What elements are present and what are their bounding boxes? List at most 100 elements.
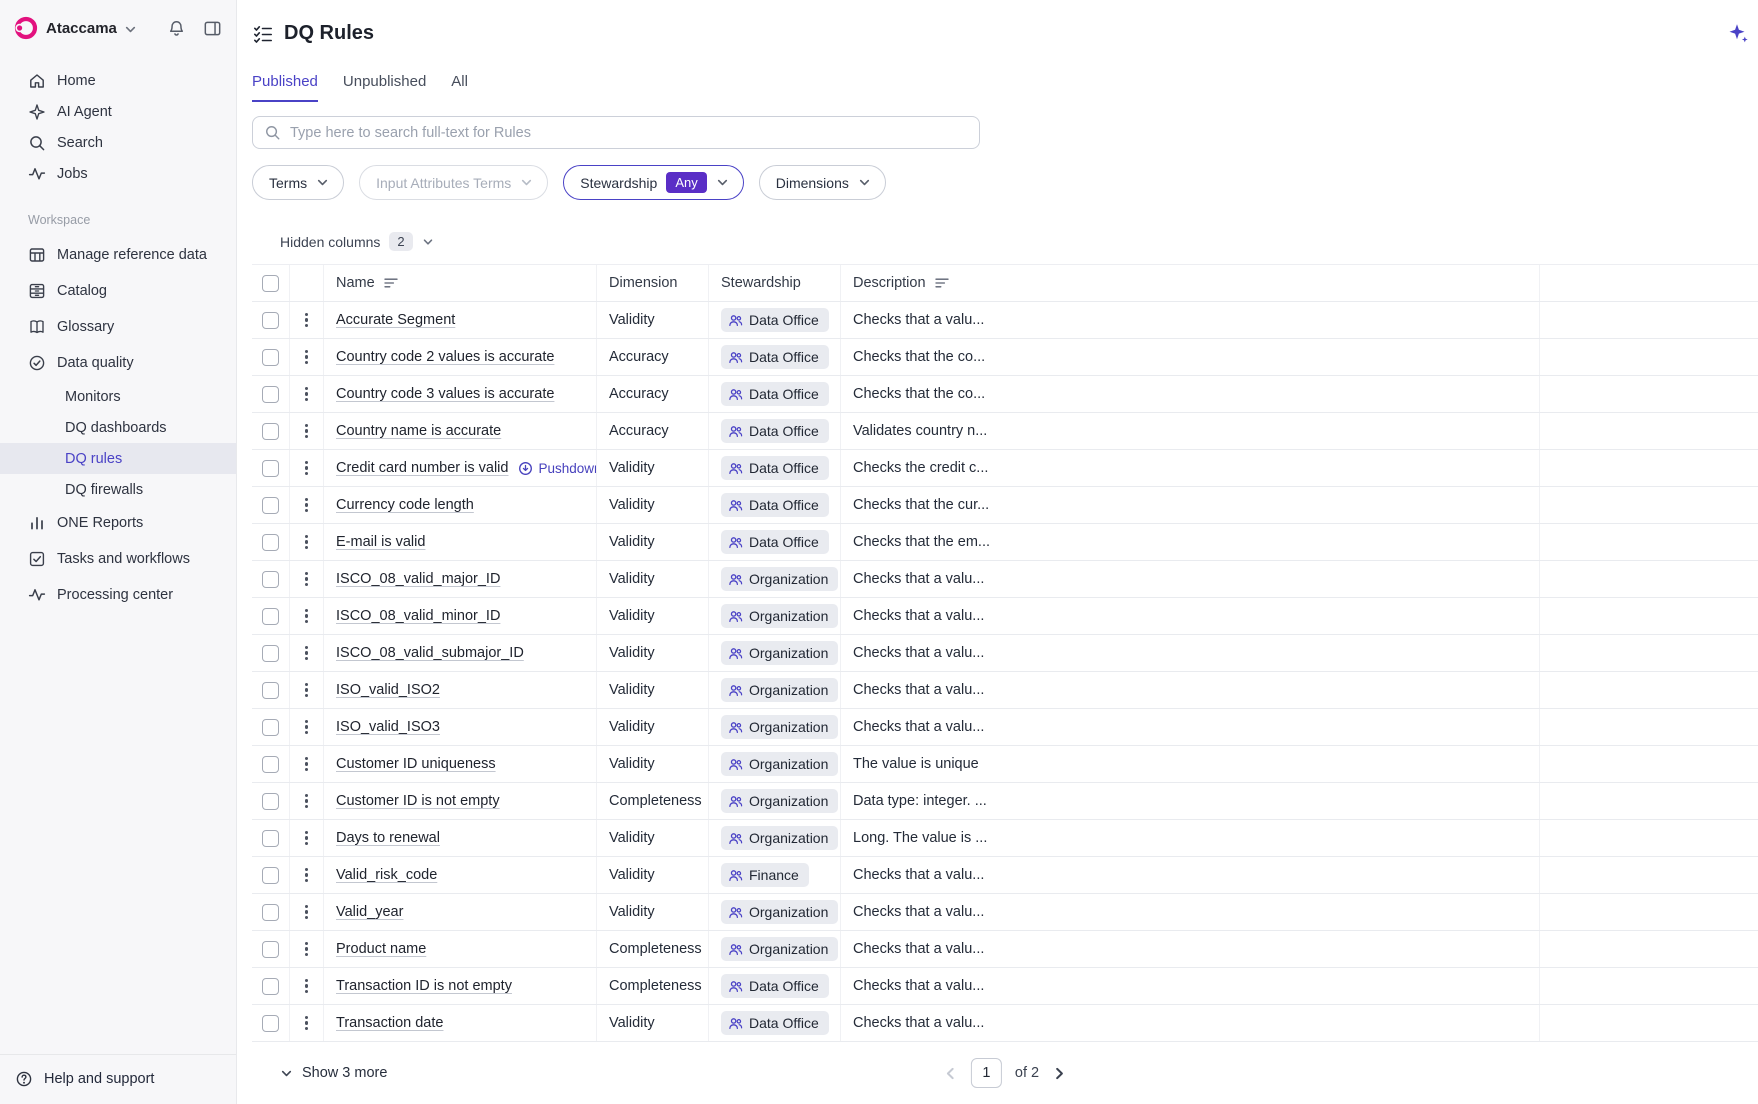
rule-name-link[interactable]: Credit card number is valid [336,460,508,476]
kebab-menu-icon[interactable] [299,753,314,776]
table-row[interactable]: ISCO_08_valid_major_IDValidityOrganizati… [252,561,1758,598]
row-checkbox[interactable] [262,682,279,699]
next-page-button[interactable] [1052,1066,1067,1081]
sidebar-item-dq-dashboards[interactable]: DQ dashboards [0,412,236,443]
chevron-down-icon[interactable] [124,23,137,36]
rule-name-link[interactable]: E-mail is valid [336,534,425,550]
help-and-support-button[interactable]: Help and support [0,1054,236,1104]
ai-star-icon[interactable] [1727,22,1749,44]
row-checkbox[interactable] [262,1015,279,1032]
page-input[interactable] [971,1058,1002,1088]
row-checkbox[interactable] [262,571,279,588]
kebab-menu-icon[interactable] [299,864,314,887]
select-all-checkbox[interactable] [262,275,279,292]
sidebar-item-dq-firewalls[interactable]: DQ firewalls [0,474,236,505]
tab-unpublished[interactable]: Unpublished [343,73,426,102]
kebab-menu-icon[interactable] [299,679,314,702]
row-checkbox[interactable] [262,608,279,625]
table-row[interactable]: Days to renewalValidityOrganizationLong.… [252,820,1758,857]
kebab-menu-icon[interactable] [299,790,314,813]
kebab-menu-icon[interactable] [299,938,314,961]
row-checkbox[interactable] [262,941,279,958]
kebab-menu-icon[interactable] [299,901,314,924]
rule-name-link[interactable]: ISCO_08_valid_minor_ID [336,608,500,624]
sidebar-item-dq-rules[interactable]: DQ rules [0,443,236,474]
filter-input-attributes-terms[interactable]: Input Attributes Terms [359,165,548,200]
table-row[interactable]: Customer ID uniquenessValidityOrganizati… [252,746,1758,783]
sidebar-item-jobs[interactable]: Jobs [0,158,236,189]
kebab-menu-icon[interactable] [299,309,314,332]
sidebar-item-processing-center[interactable]: Processing center [0,577,236,613]
kebab-menu-icon[interactable] [299,642,314,665]
sidebar-item-search[interactable]: Search [0,127,236,158]
kebab-menu-icon[interactable] [299,420,314,443]
row-checkbox[interactable] [262,719,279,736]
kebab-menu-icon[interactable] [299,457,314,480]
collapse-panel-icon[interactable] [203,19,222,38]
rule-name-link[interactable]: ISO_valid_ISO3 [336,719,440,735]
sidebar-item-manage-reference-data[interactable]: Manage reference data [0,237,236,273]
rule-name-link[interactable]: ISCO_08_valid_submajor_ID [336,645,524,661]
kebab-menu-icon[interactable] [299,346,314,369]
table-row[interactable]: Country code 3 values is accurateAccurac… [252,376,1758,413]
rule-name-link[interactable]: Valid_risk_code [336,867,437,883]
workspace-switcher[interactable]: Ataccama [0,0,236,49]
sidebar-item-one-reports[interactable]: ONE Reports [0,505,236,541]
table-row[interactable]: Country name is accurateAccuracyData Off… [252,413,1758,450]
rule-name-link[interactable]: Country code 2 values is accurate [336,349,554,365]
table-row[interactable]: Country code 2 values is accurateAccurac… [252,339,1758,376]
kebab-menu-icon[interactable] [299,383,314,406]
table-row[interactable]: ISO_valid_ISO2ValidityOrganizationChecks… [252,672,1758,709]
rule-name-link[interactable]: Customer ID is not empty [336,793,500,809]
kebab-menu-icon[interactable] [299,568,314,591]
kebab-menu-icon[interactable] [299,1012,314,1035]
kebab-menu-icon[interactable] [299,494,314,517]
rule-name-link[interactable]: Country name is accurate [336,423,501,439]
rule-name-link[interactable]: Accurate Segment [336,312,455,328]
row-checkbox[interactable] [262,386,279,403]
table-row[interactable]: Currency code lengthValidityData OfficeC… [252,487,1758,524]
sort-icon[interactable] [384,277,398,289]
kebab-menu-icon[interactable] [299,716,314,739]
column-header-description[interactable]: Description [841,265,1540,301]
kebab-menu-icon[interactable] [299,827,314,850]
rule-name-link[interactable]: Days to renewal [336,830,440,846]
table-row[interactable]: Credit card number is validPushdownValid… [252,450,1758,487]
tab-published[interactable]: Published [252,73,318,102]
row-checkbox[interactable] [262,978,279,995]
table-row[interactable]: Valid_yearValidityOrganizationChecks tha… [252,894,1758,931]
kebab-menu-icon[interactable] [299,975,314,998]
row-checkbox[interactable] [262,349,279,366]
row-checkbox[interactable] [262,756,279,773]
row-checkbox[interactable] [262,830,279,847]
filter-terms[interactable]: Terms [252,165,344,200]
rule-name-link[interactable]: Customer ID uniqueness [336,756,496,772]
row-checkbox[interactable] [262,867,279,884]
table-row[interactable]: ISCO_08_valid_submajor_IDValidityOrganiz… [252,635,1758,672]
table-row[interactable]: ISO_valid_ISO3ValidityOrganizationChecks… [252,709,1758,746]
rule-name-link[interactable]: Product name [336,941,426,957]
sidebar-item-ai-agent[interactable]: AI Agent [0,96,236,127]
table-row[interactable]: Transaction dateValidityData OfficeCheck… [252,1005,1758,1042]
rule-name-link[interactable]: ISCO_08_valid_major_ID [336,571,500,587]
row-checkbox[interactable] [262,793,279,810]
rule-name-link[interactable]: ISO_valid_ISO2 [336,682,440,698]
table-row[interactable]: Customer ID is not emptyCompletenessOrga… [252,783,1758,820]
hidden-columns-toggle[interactable]: Hidden columns 2 [252,232,1758,251]
row-checkbox[interactable] [262,312,279,329]
show-more-button[interactable]: Show 3 more [252,1065,387,1081]
rule-name-link[interactable]: Currency code length [336,497,474,513]
sidebar-item-tasks-and-workflows[interactable]: Tasks and workflows [0,541,236,577]
table-row[interactable]: Valid_risk_codeValidityFinanceChecks tha… [252,857,1758,894]
column-header-name[interactable]: Name [324,265,597,301]
table-row[interactable]: Accurate SegmentValidityData OfficeCheck… [252,302,1758,339]
filter-stewardship[interactable]: Stewardship Any [563,165,743,200]
rule-name-link[interactable]: Transaction ID is not empty [336,978,512,994]
filter-dimensions[interactable]: Dimensions [759,165,886,200]
row-checkbox[interactable] [262,645,279,662]
table-row[interactable]: Transaction ID is not emptyCompletenessD… [252,968,1758,1005]
table-row[interactable]: ISCO_08_valid_minor_IDValidityOrganizati… [252,598,1758,635]
sidebar-item-home[interactable]: Home [0,65,236,96]
sidebar-item-monitors[interactable]: Monitors [0,381,236,412]
search-input[interactable] [290,125,968,141]
